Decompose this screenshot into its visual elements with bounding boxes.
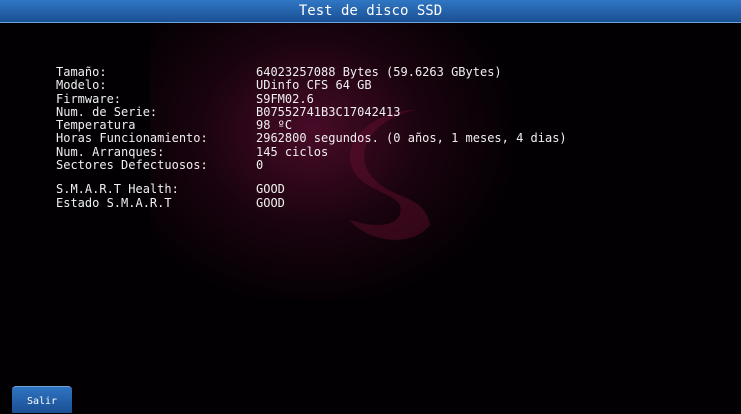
info-label: Horas Funcionamiento: (56, 131, 208, 146)
window-title: Test de disco SSD (298, 3, 443, 19)
info-row-smart-status: Estado S.M.A.R.T GOOD (56, 195, 567, 210)
info-row-model: Modelo: UDinfo CFS 64 GB (56, 78, 567, 93)
info-value: 98 ºC (256, 118, 293, 133)
info-label: Modelo: (56, 78, 107, 93)
info-row-firmware: Firmware: S9FM02.6 (56, 91, 567, 106)
info-row-temperature: Temperatura 98 ºC (56, 118, 567, 133)
info-row-size: Tamaño: 64023257088 Bytes (59.6263 GByte… (56, 65, 567, 79)
info-label: Sectores Defectuosos: (56, 158, 208, 173)
info-label: Num. de Serie: (56, 104, 158, 119)
exit-button[interactable]: Salir (12, 386, 72, 413)
info-value: 0 (256, 158, 264, 173)
info-row-serial: Num. de Serie: B07552741B3C17042413 (56, 104, 567, 119)
info-label: Num. Arranques: (56, 144, 165, 159)
info-label: Tamaño: (56, 65, 107, 79)
info-value: 64023257088 Bytes (59.6263 GBytes) (256, 65, 502, 79)
disk-info-table: Tamaño: 64023257088 Bytes (59.6263 GByte… (56, 65, 567, 210)
info-value: GOOD (256, 182, 285, 197)
info-label: Temperatura (56, 118, 136, 133)
info-row-smart-health: S.M.A.R.T Health: GOOD (56, 182, 567, 197)
ssd-test-screen: Test de disco SSD Tamaño: 64023257088 By… (0, 0, 741, 414)
info-label: Estado S.M.A.R.T (56, 195, 172, 210)
info-row-boot-count: Num. Arranques: 145 ciclos (56, 144, 567, 159)
window-title-bar: Test de disco SSD (0, 0, 741, 23)
info-value: UDinfo CFS 64 GB (256, 78, 372, 93)
info-value: 2962800 segundos. (0 años, 1 meses, 4 di… (256, 131, 567, 146)
info-value: GOOD (256, 195, 285, 210)
info-row-power-on-hours: Horas Funcionamiento: 2962800 segundos. … (56, 131, 567, 146)
info-value: S9FM02.6 (256, 91, 314, 106)
info-row-bad-sectors: Sectores Defectuosos: 0 (56, 158, 567, 173)
info-value: 145 ciclos (256, 144, 329, 159)
exit-button-label: Salir (26, 396, 58, 407)
info-label: S.M.A.R.T Health: (56, 182, 179, 197)
info-value: B07552741B3C17042413 (256, 104, 401, 119)
info-label: Firmware: (56, 91, 122, 106)
